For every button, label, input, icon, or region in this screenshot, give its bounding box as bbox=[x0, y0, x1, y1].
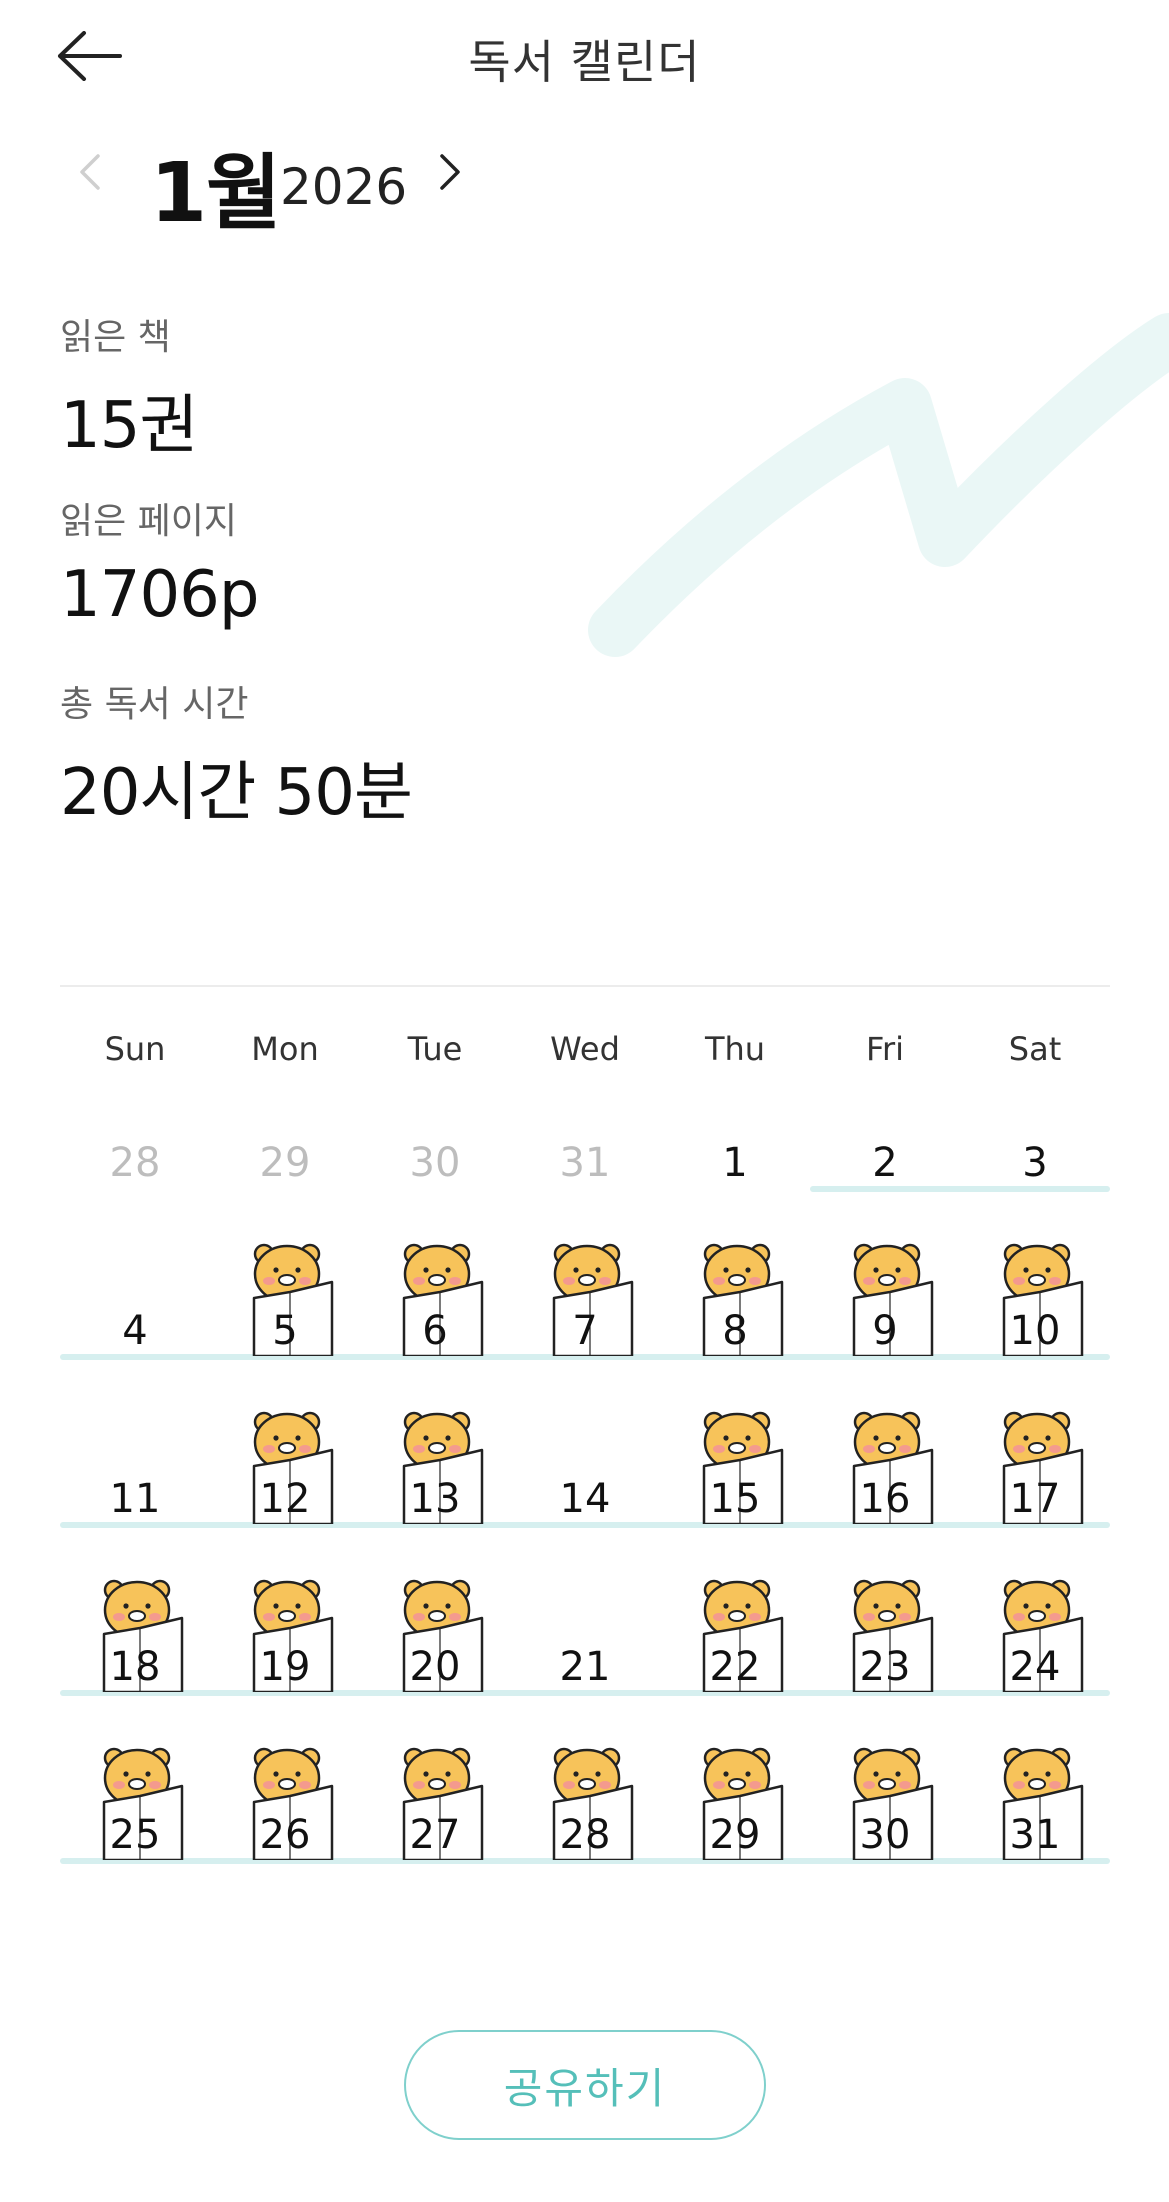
day-number: 31 bbox=[559, 1140, 611, 1186]
day-number: 29 bbox=[709, 1812, 761, 1858]
day-number: 29 bbox=[259, 1140, 311, 1186]
day-number: 18 bbox=[109, 1644, 161, 1690]
calendar-day[interactable]: 20 bbox=[360, 1566, 510, 1696]
day-number: 10 bbox=[1009, 1308, 1061, 1354]
prev-month-button[interactable] bbox=[70, 142, 110, 202]
pages-read-label: 읽은 페이지 bbox=[60, 501, 238, 542]
calendar-day[interactable]: 31 bbox=[960, 1734, 1110, 1864]
day-number: 12 bbox=[259, 1476, 311, 1522]
day-number: 14 bbox=[559, 1476, 611, 1522]
calendar-day[interactable]: 7 bbox=[510, 1230, 660, 1360]
day-number: 27 bbox=[409, 1812, 461, 1858]
day-number: 19 bbox=[259, 1644, 311, 1690]
books-read-stat: 읽은 책 15권 bbox=[60, 308, 198, 466]
day-number: 8 bbox=[722, 1308, 748, 1354]
day-number: 30 bbox=[859, 1812, 911, 1858]
day-number: 15 bbox=[709, 1476, 761, 1522]
reading-time-stat: 총 독서 시간 20시간 50분 bbox=[60, 675, 413, 833]
calendar-day[interactable]: 18 bbox=[60, 1566, 210, 1696]
day-number: 2 bbox=[872, 1140, 898, 1186]
calendar-day[interactable]: 5 bbox=[210, 1230, 360, 1360]
calendar-week-row: 18 19 20 21 22 23 24 bbox=[60, 1566, 1110, 1696]
calendar-day[interactable]: 22 bbox=[660, 1566, 810, 1696]
next-month-button[interactable] bbox=[430, 142, 470, 202]
calendar-day[interactable]: 1 bbox=[660, 1062, 810, 1192]
calendar-day[interactable]: 19 bbox=[210, 1566, 360, 1696]
calendar-day[interactable]: 24 bbox=[960, 1566, 1110, 1696]
calendar-day[interactable]: 16 bbox=[810, 1398, 960, 1528]
calendar-day[interactable]: 21 bbox=[510, 1566, 660, 1696]
day-number: 1 bbox=[722, 1140, 748, 1186]
day-number: 5 bbox=[272, 1308, 298, 1354]
calendar-week-row: 25 26 27 28 29 30 31 bbox=[60, 1734, 1110, 1864]
pages-read-stat: 읽은 페이지 1706p bbox=[60, 492, 259, 632]
day-number: 28 bbox=[109, 1140, 161, 1186]
calendar-day[interactable]: 17 bbox=[960, 1398, 1110, 1528]
day-number: 24 bbox=[1009, 1644, 1061, 1690]
day-number: 31 bbox=[1009, 1812, 1061, 1858]
day-number: 17 bbox=[1009, 1476, 1061, 1522]
calendar-week-row: 11 12 13 14 15 16 17 bbox=[60, 1398, 1110, 1528]
year-label: 2026 bbox=[280, 158, 408, 216]
calendar-day[interactable]: 26 bbox=[210, 1734, 360, 1864]
day-number: 22 bbox=[709, 1644, 761, 1690]
day-number: 23 bbox=[859, 1644, 911, 1690]
chevron-right-icon bbox=[440, 154, 460, 190]
page-title: 독서 캘린더 bbox=[468, 35, 701, 89]
calendar-day[interactable]: 4 bbox=[60, 1230, 210, 1360]
day-number: 13 bbox=[409, 1476, 461, 1522]
day-number: 20 bbox=[409, 1644, 461, 1690]
day-number: 21 bbox=[559, 1644, 611, 1690]
day-number: 26 bbox=[259, 1812, 311, 1858]
calendar-day[interactable]: 23 bbox=[810, 1566, 960, 1696]
day-number: 6 bbox=[422, 1308, 448, 1354]
calendar-week-row: 4 5 6 7 8 9 10 bbox=[60, 1230, 1110, 1360]
day-number: 28 bbox=[559, 1812, 611, 1858]
day-number: 25 bbox=[109, 1812, 161, 1858]
calendar-day[interactable]: 29 bbox=[660, 1734, 810, 1864]
calendar-day[interactable]: 25 bbox=[60, 1734, 210, 1864]
calendar-day-other-month[interactable]: 28 bbox=[60, 1062, 210, 1192]
share-button[interactable]: 공유하기 bbox=[404, 2030, 766, 2140]
calendar-week-row: 28 29 30 31 1 2 3 bbox=[60, 1062, 1110, 1192]
calendar-day[interactable]: 9 bbox=[810, 1230, 960, 1360]
calendar-day-other-month[interactable]: 30 bbox=[360, 1062, 510, 1192]
calendar-day[interactable]: 12 bbox=[210, 1398, 360, 1528]
calendar-day[interactable]: 13 bbox=[360, 1398, 510, 1528]
month-label: 1월 bbox=[150, 146, 281, 241]
calendar-day[interactable]: 3 bbox=[960, 1062, 1110, 1192]
day-number: 30 bbox=[409, 1140, 461, 1186]
calendar-day[interactable]: 27 bbox=[360, 1734, 510, 1864]
calendar-day[interactable]: 14 bbox=[510, 1398, 660, 1528]
calendar-day[interactable]: 28 bbox=[510, 1734, 660, 1864]
app-header: 독서 캘린더 bbox=[0, 0, 1169, 112]
calendar-day[interactable]: 8 bbox=[660, 1230, 810, 1360]
day-number: 9 bbox=[872, 1308, 898, 1354]
books-read-label: 읽은 책 bbox=[60, 317, 171, 358]
calendar-day-other-month[interactable]: 31 bbox=[510, 1062, 660, 1192]
calendar-day[interactable]: 15 bbox=[660, 1398, 810, 1528]
calendar-day[interactable]: 30 bbox=[810, 1734, 960, 1864]
books-read-value: 15권 bbox=[60, 389, 198, 463]
day-number: 3 bbox=[1022, 1140, 1048, 1186]
divider bbox=[60, 985, 1110, 987]
pages-read-value: 1706p bbox=[60, 558, 259, 632]
calendar-day[interactable]: 2 bbox=[810, 1062, 960, 1192]
chevron-left-icon bbox=[80, 154, 100, 190]
calendar-day[interactable]: 10 bbox=[960, 1230, 1110, 1360]
reading-time-label: 총 독서 시간 bbox=[60, 684, 249, 725]
day-number: 16 bbox=[859, 1476, 911, 1522]
calendar-day[interactable]: 6 bbox=[360, 1230, 510, 1360]
month-navigator: 1월 2026 bbox=[0, 120, 1169, 241]
day-number: 4 bbox=[122, 1308, 148, 1354]
day-number: 7 bbox=[572, 1308, 598, 1354]
day-number: 11 bbox=[109, 1476, 161, 1522]
reading-time-value: 20시간 50분 bbox=[60, 756, 413, 830]
calendar-day-other-month[interactable]: 29 bbox=[210, 1062, 360, 1192]
calendar-day[interactable]: 11 bbox=[60, 1398, 210, 1528]
